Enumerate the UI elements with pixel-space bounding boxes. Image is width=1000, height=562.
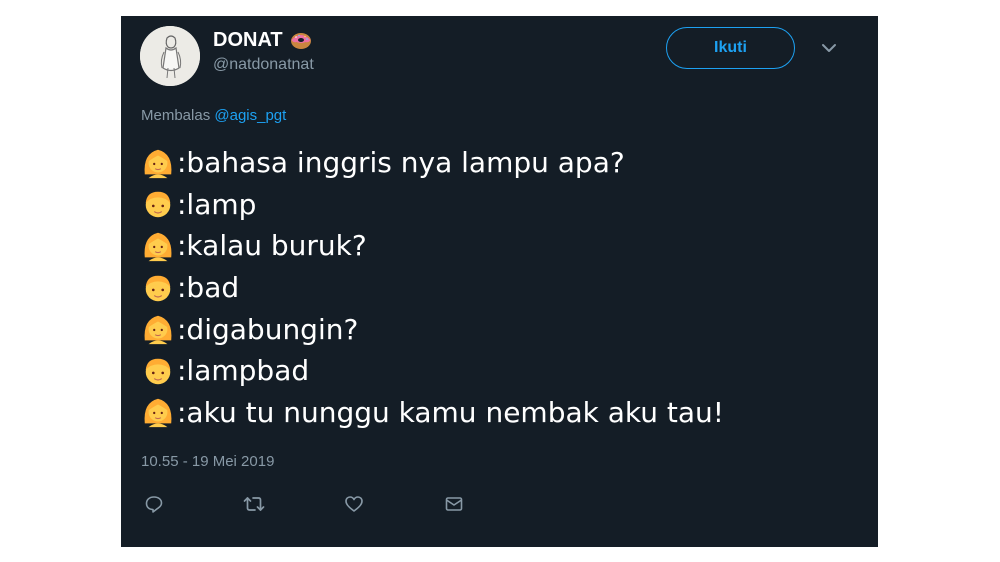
chevron-down-icon[interactable] [821,40,837,56]
retweet-button[interactable] [241,491,267,517]
tweet-line-text: :kalau buruk? [177,229,367,263]
girl-emoji-icon [144,399,172,428]
reply-mention-link[interactable]: @agis_pgt [214,107,286,124]
reply-icon [145,496,163,513]
boy-emoji-icon [145,358,171,384]
tweet-line: :digabungin? [141,308,724,350]
tweet-line-text: :digabungin? [177,312,359,346]
girl-emoji-icon [144,232,172,262]
tweet-card: DONAT @natdonatnat Ikuti Membalas @agis_… [121,16,878,547]
follow-button[interactable]: Ikuti [666,27,795,69]
tweet-line: :bahasa inggris nya lampu apa? [141,142,724,184]
tweet-line: :lampbad [141,350,724,392]
like-button[interactable] [341,491,367,517]
timestamp[interactable]: 10.55 - 19 Mei 2019 [141,453,274,470]
tweet-line-text: :bad [177,271,240,305]
tweet-line: :aku tu nunggu kamu nembak aku tau! [141,392,724,434]
avatar[interactable] [140,26,200,86]
tweet-line-text: :lamp [177,187,257,221]
tweet-line-text: :bahasa inggris nya lampu apa? [177,146,625,180]
tweet-line-text: :lampbad [177,354,310,388]
reply-context: Membalas @agis_pgt [141,107,286,124]
boy-emoji-icon [145,275,171,301]
tweet-text: :bahasa inggris nya lampu apa? :lamp:ka… [141,142,724,433]
boy-emoji-icon [145,192,171,218]
profile-avatar-icon [140,26,200,86]
handle[interactable]: @natdonatnat [213,56,314,74]
direct-message-button[interactable] [441,491,467,517]
display-name-row[interactable]: DONAT [213,28,313,52]
reply-prefix: Membalas [141,107,211,124]
doughnut-icon [290,33,311,49]
retweet-icon [243,497,265,511]
tweet-line: :kalau buruk? [141,225,724,267]
tweet-line: :lamp [141,184,724,226]
tweet-line: :bad [141,267,724,309]
tweet-line-text: :aku tu nunggu kamu nembak aku tau! [177,395,725,429]
girl-emoji-icon [144,149,172,178]
display-name[interactable]: DONAT [213,29,283,52]
like-icon [345,496,363,512]
girl-emoji-icon [144,315,172,345]
reply-button[interactable] [141,491,167,517]
direct-message-icon [445,497,463,511]
